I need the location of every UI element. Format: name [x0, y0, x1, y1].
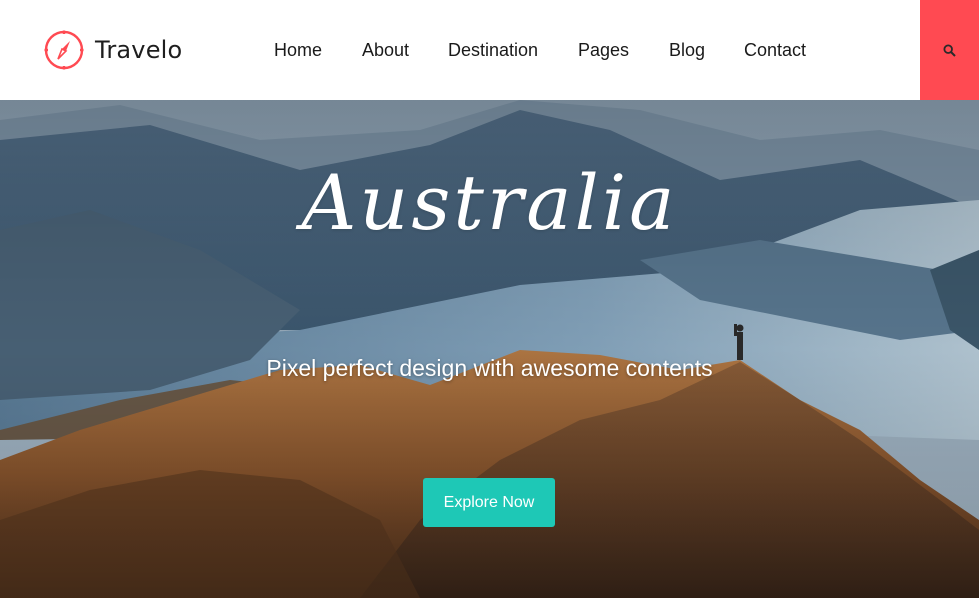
search-icon	[943, 43, 956, 57]
explore-now-button[interactable]: Explore Now	[423, 478, 555, 527]
nav-item-pages[interactable]: Pages	[578, 40, 629, 61]
nav-item-destination[interactable]: Destination	[448, 40, 538, 61]
hero-subtitle: Pixel perfect design with awesome conten…	[266, 355, 713, 381]
brand-name: Travelo	[95, 36, 183, 64]
nav-item-home[interactable]: Home	[274, 40, 322, 61]
site-header: Travelo Home About Destination Pages Blo…	[0, 0, 979, 100]
nav-item-about[interactable]: About	[362, 40, 409, 61]
nav-item-contact[interactable]: Contact	[744, 40, 806, 61]
hero-title: Australia	[301, 158, 678, 247]
search-button[interactable]	[920, 0, 979, 100]
compass-icon	[44, 30, 84, 70]
nav-item-blog[interactable]: Blog	[669, 40, 705, 61]
hero-banner: Australia Pixel perfect design with awes…	[0, 100, 979, 598]
brand-logo[interactable]: Travelo	[43, 28, 182, 72]
